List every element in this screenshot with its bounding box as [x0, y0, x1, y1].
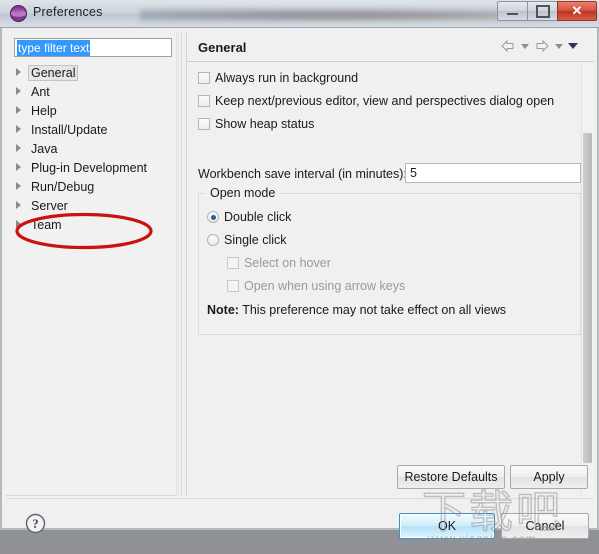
expand-arrow-icon[interactable]	[16, 220, 21, 228]
checkbox-show-heap-status[interactable]: Show heap status	[198, 117, 314, 131]
tree-item-label: General	[28, 65, 78, 81]
apply-button[interactable]: Apply	[510, 465, 588, 489]
checkbox-always-run-in-background[interactable]: Always run in background	[198, 71, 358, 85]
open-mode-note: Note: This preference may not take effec…	[207, 303, 506, 317]
expand-arrow-icon[interactable]	[16, 163, 21, 171]
back-arrow-icon[interactable]	[500, 38, 516, 54]
tree-item-team[interactable]: Team	[14, 215, 174, 234]
checkbox-box-icon[interactable]	[198, 95, 210, 107]
dialog-content-area: type filter text General Ant Help	[6, 32, 593, 496]
save-interval-value: 5	[410, 166, 417, 180]
note-text: This preference may not take effect on a…	[239, 303, 506, 317]
tree-item-run-debug[interactable]: Run/Debug	[14, 177, 174, 196]
expand-arrow-icon[interactable]	[16, 125, 21, 133]
filter-input[interactable]: type filter text	[14, 38, 172, 57]
note-prefix: Note:	[207, 303, 239, 317]
forward-history-chevron-down-icon[interactable]	[555, 44, 563, 49]
expand-arrow-icon[interactable]	[16, 201, 21, 209]
radio-single-click[interactable]: Single click	[207, 233, 287, 247]
tree-item-label: Plug-in Development	[28, 161, 150, 175]
window-titlebar: Preferences ✕	[0, 0, 599, 28]
page-nav-icons	[500, 38, 578, 54]
restore-defaults-button[interactable]: Restore Defaults	[397, 465, 505, 489]
eclipse-sphere-icon	[10, 5, 27, 22]
minimize-button[interactable]	[497, 1, 528, 21]
preference-page-body: Always run in background Keep next/previ…	[187, 63, 594, 496]
window-title: Preferences	[33, 5, 103, 19]
close-button[interactable]: ✕	[557, 1, 597, 21]
checkbox-open-when-using-arrow-keys: Open when using arrow keys	[227, 279, 405, 293]
tree-item-label: Server	[28, 199, 71, 213]
scrollbar-thumb[interactable]	[583, 133, 592, 463]
radio-label: Single click	[224, 233, 287, 247]
checkbox-box-icon	[227, 257, 239, 269]
radio-label: Double click	[224, 210, 291, 224]
tree-item-label: Team	[28, 218, 65, 232]
expand-arrow-icon[interactable]	[16, 87, 21, 95]
tree-item-help[interactable]: Help	[14, 101, 174, 120]
open-mode-legend: Open mode	[206, 186, 279, 200]
radio-double-click[interactable]: Double click	[207, 210, 291, 224]
expand-arrow-icon[interactable]	[16, 68, 21, 76]
preferences-dialog-window: Preferences ✕ type filter text General	[0, 0, 599, 530]
svg-text:?: ?	[32, 517, 38, 531]
page-title: General	[198, 40, 246, 55]
cancel-button[interactable]: Cancel	[501, 513, 589, 539]
tree-item-label: Java	[28, 142, 60, 156]
page-menu-chevron-down-icon[interactable]	[568, 43, 578, 49]
tree-item-install-update[interactable]: Install/Update	[14, 120, 174, 139]
forward-arrow-icon[interactable]	[534, 38, 550, 54]
tree-item-label: Run/Debug	[28, 180, 97, 194]
checkbox-label: Always run in background	[215, 71, 358, 85]
radio-button-icon[interactable]	[207, 234, 219, 246]
save-interval-label: Workbench save interval (in minutes):	[198, 167, 407, 181]
tree-item-general[interactable]: General	[14, 63, 174, 82]
close-icon: ✕	[558, 2, 596, 20]
checkbox-box-icon	[227, 280, 239, 292]
checkbox-box-icon[interactable]	[198, 118, 210, 130]
tree-item-label: Ant	[28, 85, 53, 99]
dialog-body: type filter text General Ant Help	[0, 28, 599, 530]
help-question-icon[interactable]: ?	[25, 513, 46, 534]
tree-item-label: Install/Update	[28, 123, 110, 137]
filter-input-value: type filter text	[17, 40, 90, 56]
tree-scrollbar[interactable]	[176, 32, 181, 496]
back-history-chevron-down-icon[interactable]	[521, 44, 529, 49]
tree-item-server[interactable]: Server	[14, 196, 174, 215]
checkbox-label: Select on hover	[244, 256, 331, 270]
ok-button[interactable]: OK	[399, 513, 495, 539]
checkbox-label: Open when using arrow keys	[244, 279, 405, 293]
tree-item-plug-in-development[interactable]: Plug-in Development	[14, 158, 174, 177]
checkbox-box-icon[interactable]	[198, 72, 210, 84]
checkbox-label: Keep next/previous editor, view and pers…	[215, 94, 554, 108]
checkbox-select-on-hover: Select on hover	[227, 256, 331, 270]
maximize-icon	[528, 2, 557, 20]
tree-item-java[interactable]: Java	[14, 139, 174, 158]
preference-page-header: General	[187, 32, 594, 62]
expand-arrow-icon[interactable]	[16, 144, 21, 152]
tree-item-ant[interactable]: Ant	[14, 82, 174, 101]
maximize-button[interactable]	[527, 1, 558, 21]
minimize-icon	[498, 2, 527, 20]
checkbox-label: Show heap status	[215, 117, 314, 131]
save-interval-input[interactable]: 5	[405, 163, 581, 183]
checkbox-keep-editor-dialog-open[interactable]: Keep next/previous editor, view and pers…	[198, 94, 554, 108]
expand-arrow-icon[interactable]	[16, 182, 21, 190]
expand-arrow-icon[interactable]	[16, 106, 21, 114]
radio-button-icon[interactable]	[207, 211, 219, 223]
preferences-tree-panel: type filter text General Ant Help	[6, 32, 182, 496]
tree-item-label: Help	[28, 104, 60, 118]
preference-page-panel: General	[186, 32, 593, 496]
preferences-tree: General Ant Help Install/Update	[14, 63, 174, 234]
preference-page-scrollbar[interactable]	[581, 63, 593, 496]
